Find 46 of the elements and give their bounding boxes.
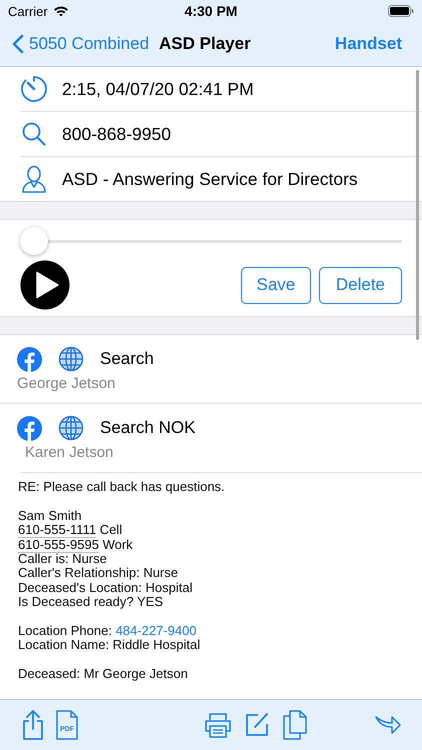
- playback-slider[interactable]: [20, 226, 402, 256]
- search-link[interactable]: Search NOK: [100, 418, 196, 438]
- info-text: ASD - Answering Service for Directors: [62, 168, 358, 190]
- carrier-label: Carrier: [8, 4, 48, 18]
- person-name: George Jetson: [17, 375, 116, 392]
- note-text: Cell: [98, 522, 122, 538]
- clock-time: 4:30 PM: [184, 3, 238, 19]
- note-text: Work: [102, 536, 133, 552]
- phone-link[interactable]: 610-555-1111: [18, 522, 96, 538]
- back-button[interactable]: 5050 Combined: [12, 34, 150, 54]
- forward-arrow-icon[interactable]: [374, 714, 402, 736]
- info-text: 800-868-9950: [62, 124, 171, 144]
- info-text: 2:15, 04/07/20 02:41 PM: [62, 78, 254, 100]
- person-icon: [20, 165, 48, 193]
- note-text: Sam Smith: [18, 508, 82, 523]
- copy-icon[interactable]: [282, 710, 308, 740]
- play-button[interactable]: [20, 260, 70, 310]
- note-text: Is Deceased ready? YES: [18, 594, 164, 610]
- screen-title: ASD Player: [159, 34, 251, 54]
- facebook-icon[interactable]: [17, 416, 42, 440]
- person-name: Karen Jetson: [25, 444, 114, 461]
- search-icon: [20, 121, 48, 147]
- outline-button[interactable]: Delete: [318, 266, 402, 304]
- note-text: Deceased: Mr George Jetson: [18, 666, 188, 682]
- compose-icon[interactable]: [244, 712, 270, 738]
- globe-icon[interactable]: [58, 346, 84, 372]
- note-text: Caller's Relationship: Nurse: [18, 565, 178, 580]
- battery-icon: [388, 5, 414, 17]
- note-text: RE: Please call back has questions.: [18, 479, 225, 494]
- search-link[interactable]: Search: [100, 349, 154, 369]
- wifi-icon: [52, 5, 69, 17]
- globe-icon[interactable]: [58, 415, 84, 441]
- handset-button[interactable]: Handset: [334, 34, 402, 54]
- slider-thumb[interactable]: [20, 227, 48, 255]
- phone-link[interactable]: 610-555-9595: [18, 536, 99, 553]
- phone-link[interactable]: 484-227-9400: [116, 623, 197, 638]
- note-text: Location Name: Riddle Hospital: [18, 637, 200, 652]
- printer-icon[interactable]: [204, 712, 232, 738]
- note-text: Location Phone:: [18, 623, 113, 638]
- note-text: Deceased's Location: Hospital: [18, 580, 192, 595]
- timer-icon: [20, 75, 48, 103]
- chevron-left-icon: [12, 34, 24, 54]
- facebook-icon[interactable]: [17, 346, 42, 372]
- note-text: Caller is: Nurse: [18, 551, 107, 566]
- share-icon[interactable]: [22, 709, 44, 741]
- outline-button[interactable]: Save: [240, 266, 311, 304]
